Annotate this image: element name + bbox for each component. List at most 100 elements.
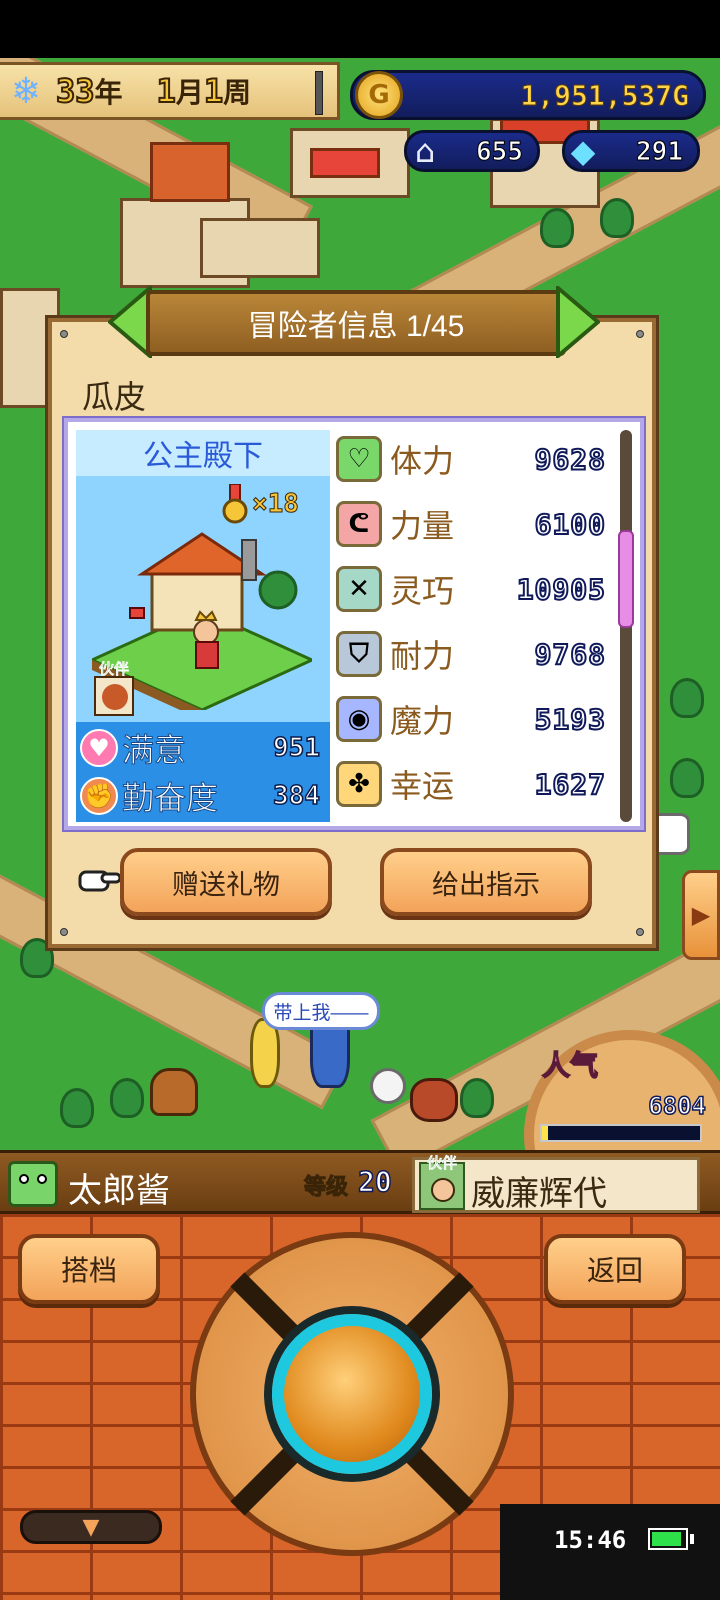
gem-counter: ◆ 291 <box>562 130 700 172</box>
tree <box>110 1078 144 1118</box>
speech-text: 带上我—— <box>273 1002 369 1024</box>
griffin-sprite[interactable] <box>150 1068 198 1116</box>
diligence-row: ✊ 勤奋度 384 <box>80 772 326 820</box>
popularity-meter: 人气 6804 <box>514 1030 720 1240</box>
building[interactable] <box>200 218 320 278</box>
shop-awning <box>310 148 380 178</box>
level-value: 20 <box>357 1164 392 1199</box>
magic-orb-icon: ◉ <box>336 696 382 742</box>
panel-title: 冒险者信息 1/45 <box>247 310 465 343</box>
stat-value: 6100 <box>534 507 606 542</box>
partner-portrait-icon <box>94 676 134 716</box>
adventurer-portrait: 公主殿下 ×18 伙伴 <box>76 430 330 722</box>
satisfaction-label: 满意 <box>121 732 187 769</box>
gold-counter: G 1,951,537G <box>350 70 706 120</box>
stat-value: 9768 <box>534 637 606 672</box>
give-instruction-button[interactable]: 给出指示 <box>380 848 592 916</box>
battery-icon <box>648 1528 688 1550</box>
mood-section: ♥ 满意 951 ✊ 勤奋度 384 <box>76 722 330 822</box>
partner-name: 威廉辉代 <box>471 1175 607 1213</box>
heart-outline-icon: ♡ <box>336 436 382 482</box>
snowflake-icon[interactable]: ❄ <box>2 67 50 115</box>
frog-avatar-icon <box>8 1161 58 1207</box>
give-instruction-label: 给出指示 <box>432 869 540 900</box>
screw-decoration <box>636 928 644 936</box>
date-display: ❄ 33 年 1 月 1 周 <box>0 62 340 120</box>
battery-fill <box>652 1532 681 1546</box>
stat-row: ✕ 灵巧 10905 <box>336 560 610 618</box>
duck-sprite[interactable] <box>370 1068 406 1104</box>
partner-box[interactable]: 伙伴 威廉辉代 <box>412 1154 700 1213</box>
diligence-value: 384 <box>272 780 320 812</box>
date-progress-bar <box>315 71 323 115</box>
clock: 15:46 <box>554 1526 627 1554</box>
screw-decoration <box>636 330 644 338</box>
gem-value: 291 <box>636 137 684 168</box>
stat-row: ᕦ 力量 6100 <box>336 495 610 553</box>
partner-mini-badge[interactable]: 伙伴 <box>92 658 136 716</box>
week-value: 1 <box>203 71 224 111</box>
character-name: 太郎酱 <box>68 1172 170 1210</box>
medal-icon <box>222 484 248 524</box>
back-button[interactable]: 返回 <box>544 1234 686 1304</box>
back-button-label: 返回 <box>586 1255 643 1286</box>
screw-decoration <box>60 330 68 338</box>
town-hall-icon: ⌂ <box>414 132 436 170</box>
screw-decoration <box>60 928 68 936</box>
medal-counter: ×18 <box>222 484 299 524</box>
character-bar[interactable]: 太郎酱 等级 20 伙伴 威廉辉代 <box>0 1150 720 1214</box>
directional-pad[interactable] <box>190 1232 514 1556</box>
stat-label: 灵巧 <box>390 573 455 609</box>
rank-title: 公主殿下 <box>143 440 263 473</box>
tree <box>460 1078 494 1118</box>
side-drawer-tab[interactable]: ▶ <box>682 870 720 960</box>
adventurer-name: 瓜皮 <box>82 379 147 415</box>
stat-row: ⛉ 耐力 9768 <box>336 625 610 683</box>
week-unit: 周 <box>223 76 252 109</box>
partner-tag: 伙伴 <box>426 1154 457 1172</box>
give-gift-button[interactable]: 赠送礼物 <box>120 848 332 916</box>
chevron-down-icon: ▼ <box>82 1514 100 1540</box>
satisfaction-row: ♥ 满意 951 <box>80 724 326 772</box>
medal-count: ×18 <box>252 489 300 520</box>
diligence-label: 勤奋度 <box>121 780 219 817</box>
gold-coin-icon: G <box>355 71 403 119</box>
year-value: 33 <box>55 71 96 111</box>
building-roof <box>150 142 230 202</box>
stat-label: 耐力 <box>390 638 455 674</box>
griffin-sprite[interactable] <box>410 1078 458 1122</box>
stat-label: 力量 <box>390 508 455 544</box>
shield-icon: ⛉ <box>336 631 382 677</box>
dpad-center-button[interactable] <box>272 1314 432 1474</box>
stat-label: 幸运 <box>390 768 455 804</box>
stat-value: 10905 <box>516 572 606 607</box>
tree <box>670 678 704 718</box>
partner-button[interactable]: 搭档 <box>18 1234 160 1304</box>
year-unit: 年 <box>94 76 123 109</box>
chevron-right-icon: ▶ <box>691 901 711 929</box>
crystal-icon: ◆ <box>570 132 596 170</box>
popularity-label: 人气 <box>541 1049 599 1082</box>
stats-list: ♡ 体力 9628 ᕦ 力量 6100 ✕ 灵巧 10905 ⛉ 耐力 9768 ◉ 魔力 5193 ✤ 幸运 1… <box>336 430 610 822</box>
stats-scroll-thumb[interactable] <box>618 530 634 628</box>
stat-value: 9628 <box>534 442 606 477</box>
satisfaction-value: 951 <box>272 732 320 764</box>
tree <box>670 758 704 798</box>
stat-row: ✤ 幸运 1627 <box>336 755 610 813</box>
tree <box>60 1088 94 1128</box>
battery-tip <box>690 1534 694 1544</box>
next-adventurer-arrow-icon[interactable] <box>556 286 600 358</box>
stat-row: ◉ 魔力 5193 <box>336 690 610 748</box>
popularity-bar-track <box>540 1124 702 1142</box>
stat-value: 5193 <box>534 702 606 737</box>
give-gift-label: 赠送礼物 <box>172 869 280 900</box>
gold-value: 1,951,537G <box>520 79 690 113</box>
pointing-hand-icon <box>78 870 122 892</box>
fist-icon: ✊ <box>80 777 118 815</box>
menu-toggle-button[interactable]: ▼ <box>20 1510 162 1544</box>
clover-icon: ✤ <box>336 761 382 807</box>
crossed-swords-icon: ✕ <box>336 566 382 612</box>
heart-icon: ♥ <box>80 729 118 767</box>
stat-label: 体力 <box>390 443 455 479</box>
tree <box>540 208 574 248</box>
